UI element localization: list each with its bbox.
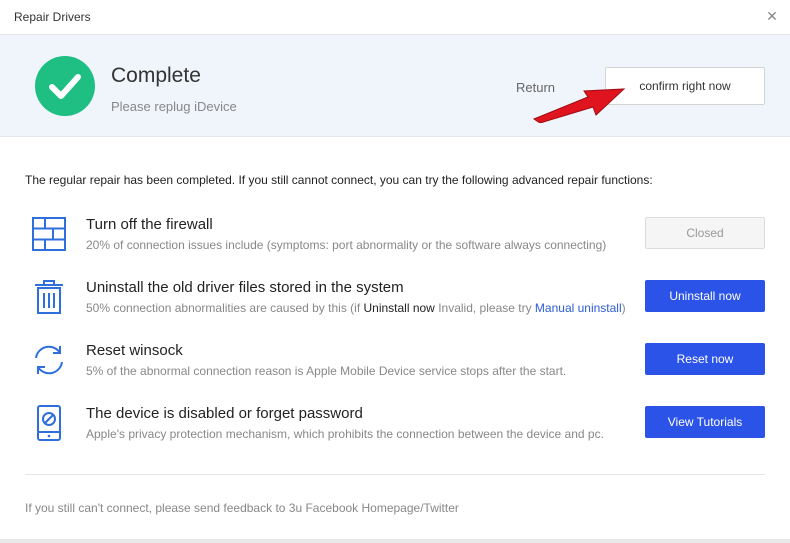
repair-item-firewall: Turn off the firewall 20% of connection … [0, 216, 790, 276]
repair-item-uninstall: Uninstall the old driver files stored in… [0, 279, 790, 339]
disabled-device-icon [37, 405, 61, 441]
manual-uninstall-link[interactable]: Manual uninstall [535, 301, 622, 315]
reset-now-button[interactable]: Reset now [645, 343, 765, 375]
title-bar: Repair Drivers ✕ [0, 0, 790, 35]
firewall-icon [32, 217, 66, 251]
status-subtitle: Please replug iDevice [111, 99, 237, 114]
red-arrow-icon [532, 88, 626, 123]
item-description: 50% connection abnormalities are caused … [86, 301, 626, 315]
item-description: 5% of the abnormal connection reason is … [86, 364, 567, 378]
item-title: Reset winsock [86, 342, 183, 359]
item-description: 20% of connection issues include (sympto… [86, 238, 607, 252]
desc-emphasis: Uninstall now [363, 301, 435, 315]
trash-icon [35, 280, 63, 314]
intro-text: The regular repair has been completed. I… [25, 173, 653, 187]
status-header: Complete Please replug iDevice Return co… [0, 35, 790, 137]
confirm-button[interactable]: confirm right now [605, 67, 765, 105]
repair-item-winsock: Reset winsock 5% of the abnormal connect… [0, 342, 790, 402]
desc-prefix: 50% connection abnormalities are caused … [86, 301, 364, 315]
item-description: Apple's privacy protection mechanism, wh… [86, 427, 604, 441]
item-title: The device is disabled or forget passwor… [86, 405, 363, 422]
uninstall-now-button[interactable]: Uninstall now [645, 280, 765, 312]
divider [25, 474, 765, 475]
window-title: Repair Drivers [14, 10, 91, 24]
item-title: Turn off the firewall [86, 216, 213, 233]
desc-mid: Invalid, please try [434, 301, 535, 315]
view-tutorials-button[interactable]: View Tutorials [645, 406, 765, 438]
feedback-text: If you still can't connect, please send … [25, 501, 459, 515]
refresh-icon [35, 345, 63, 375]
close-icon[interactable]: ✕ [764, 8, 780, 24]
item-title: Uninstall the old driver files stored in… [86, 279, 404, 296]
repair-item-disabled-device: The device is disabled or forget passwor… [0, 405, 790, 465]
desc-suffix: ) [621, 301, 626, 315]
closed-button: Closed [645, 217, 765, 249]
bottom-edge [0, 539, 790, 543]
check-icon [35, 56, 95, 116]
status-title: Complete [111, 64, 201, 87]
